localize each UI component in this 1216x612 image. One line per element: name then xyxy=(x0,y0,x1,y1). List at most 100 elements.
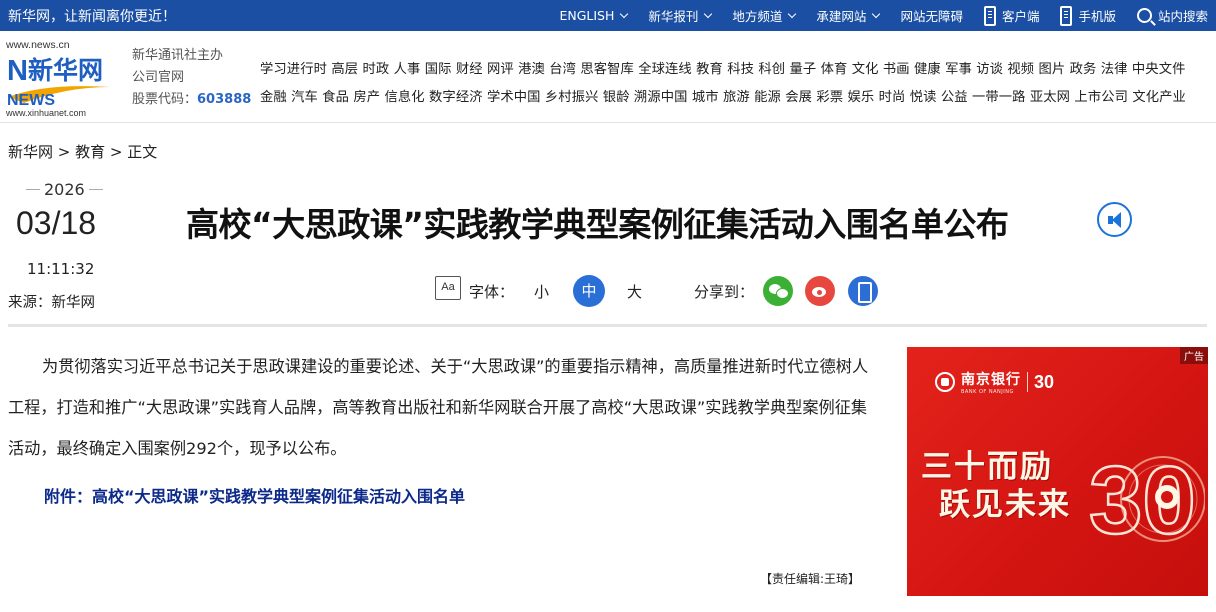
breadcrumb-separator: > xyxy=(53,143,76,161)
attachment-link[interactable]: 附件：高校“大思政课”实践教学典型案例征集活动入围名单 xyxy=(44,483,465,507)
font-size-small[interactable]: 小 xyxy=(534,281,549,302)
svg-text:N: N xyxy=(7,55,28,87)
channel-link[interactable]: 思客智库 xyxy=(580,62,634,77)
breadcrumb-current: 正文 xyxy=(127,143,158,161)
channel-link[interactable]: 娱乐 xyxy=(847,90,874,105)
channel-link[interactable]: 学习进行时 xyxy=(260,62,327,77)
nav-local-channels[interactable]: 地方频道 xyxy=(732,6,797,25)
channel-link[interactable]: 旅游 xyxy=(723,90,750,105)
channel-link[interactable]: 金融 xyxy=(260,90,287,105)
channel-link[interactable]: 教育 xyxy=(696,62,723,77)
channel-link[interactable]: 彩票 xyxy=(816,90,843,105)
channel-link[interactable]: 乡村振兴 xyxy=(545,90,599,105)
nav-newspapers[interactable]: 新华报刊 xyxy=(648,6,713,25)
channel-link[interactable]: 信息化 xyxy=(385,90,425,105)
channel-link[interactable]: 网评 xyxy=(487,62,514,77)
channel-link[interactable]: 城市 xyxy=(692,90,719,105)
channel-link[interactable]: 全球连线 xyxy=(638,62,692,77)
divider xyxy=(8,324,1207,327)
nav-mobile[interactable]: 手机版 xyxy=(1060,5,1116,26)
top-bar: 新华网，让新闻离你更近！ ENGLISH 新华报刊 地方频道 承建网站 网站无障… xyxy=(0,0,1216,31)
font-size-large[interactable]: 大 xyxy=(627,281,642,302)
channel-link[interactable]: 政务 xyxy=(1070,62,1097,77)
channel-link[interactable]: 会展 xyxy=(785,90,812,105)
logo-mark: N 新华网 NEWS xyxy=(7,55,110,107)
nav-english[interactable]: ENGLISH xyxy=(559,8,629,23)
channel-link[interactable]: 国际 xyxy=(425,62,452,77)
wechat-icon[interactable] xyxy=(763,276,793,306)
org-line2: 公司官网 xyxy=(132,70,185,85)
channel-link[interactable]: 溯源中国 xyxy=(634,90,688,105)
channel-link[interactable]: 法律 xyxy=(1101,62,1128,77)
publish-year: 2026 xyxy=(22,180,107,199)
channel-link[interactable]: 科创 xyxy=(758,62,785,77)
nav-built-sites[interactable]: 承建网站 xyxy=(816,6,881,25)
publish-time: 11:11:32 xyxy=(27,260,95,278)
channel-link[interactable]: 量子 xyxy=(790,62,817,77)
breadcrumb-section[interactable]: 教育 xyxy=(75,143,105,161)
channel-link[interactable]: 港澳 xyxy=(518,62,545,77)
channel-link[interactable]: 图片 xyxy=(1039,62,1066,77)
channel-link[interactable]: 亚太网 xyxy=(1030,90,1070,105)
bank-logo: 南京银行 BANK OF NANJING 30 xyxy=(935,369,1054,395)
channel-link[interactable]: 健康 xyxy=(914,62,941,77)
page-title: 高校“大思政课”实践教学典型案例征集活动入围名单公布 xyxy=(186,205,1009,244)
channel-nav-row1: 学习进行时 高层 时政 人事 国际 财经 网评 港澳 台湾 思客智库 全球连线 … xyxy=(260,58,1186,77)
channel-link[interactable]: 悦读 xyxy=(910,90,937,105)
channel-link[interactable]: 科技 xyxy=(727,62,754,77)
channel-link[interactable]: 数字经济 xyxy=(429,90,483,105)
bank-ad-banner[interactable]: 广告 南京银行 BANK OF NANJING 30 三十而励 跃见未来 30 xyxy=(907,347,1208,596)
channel-link[interactable]: 学术中国 xyxy=(487,90,541,105)
stock-code: 603888 xyxy=(197,92,252,107)
font-size-label: 字体： xyxy=(469,283,515,301)
breadcrumb-separator: > xyxy=(105,143,128,161)
channel-link[interactable]: 公益 xyxy=(941,90,968,105)
channel-link[interactable]: 上市公司 xyxy=(1074,90,1128,105)
channel-link[interactable]: 能源 xyxy=(754,90,781,105)
channel-link[interactable]: 房产 xyxy=(353,90,380,105)
channel-link[interactable]: 访谈 xyxy=(976,62,1003,77)
ad-big-number: 30 xyxy=(1089,447,1196,554)
channel-link[interactable]: 时政 xyxy=(362,62,389,77)
channel-link[interactable]: 财经 xyxy=(456,62,483,77)
channel-link[interactable]: 高层 xyxy=(331,62,358,77)
logo-url-bottom: www.xinhuanet.com xyxy=(6,108,87,118)
channel-link[interactable]: 一带一路 xyxy=(972,90,1026,105)
weibo-icon[interactable] xyxy=(805,276,835,306)
mobile-share-icon[interactable] xyxy=(848,276,878,306)
channel-link[interactable]: 书画 xyxy=(883,62,910,77)
nav-client[interactable]: 客户端 xyxy=(983,5,1040,26)
chevron-down-icon xyxy=(620,9,629,18)
share-label: 分享到： xyxy=(694,283,755,301)
nav-search[interactable]: 站内搜索 xyxy=(1136,6,1208,25)
channel-link[interactable]: 食品 xyxy=(322,90,349,105)
speaker-icon[interactable] xyxy=(1097,202,1132,237)
ad-tag: 广告 xyxy=(1180,347,1208,364)
nav-client-label: 客户端 xyxy=(1001,9,1040,24)
font-size-medium[interactable]: 中 xyxy=(573,275,605,307)
channel-link[interactable]: 军事 xyxy=(945,62,972,77)
channel-link[interactable]: 银龄 xyxy=(603,90,630,105)
breadcrumb-home[interactable]: 新华网 xyxy=(8,143,53,161)
org-info: 新华通讯社主办 公司官网 股票代码：603888 xyxy=(132,45,251,111)
channel-link[interactable]: 人事 xyxy=(394,62,421,77)
chevron-down-icon xyxy=(872,9,881,18)
logo-url-top: www.news.cn xyxy=(6,39,70,51)
channel-link[interactable]: 文化产业 xyxy=(1132,90,1186,105)
channel-link[interactable]: 文化 xyxy=(852,62,879,77)
channel-link[interactable]: 汽车 xyxy=(291,90,318,105)
site-slogan: 新华网，让新闻离你更近！ xyxy=(8,9,176,25)
responsible-editor: 【责任编辑:王琦】 xyxy=(760,572,861,586)
logo-cn: 新华网 xyxy=(28,56,103,85)
channel-link[interactable]: 视频 xyxy=(1007,62,1034,77)
channel-link[interactable]: 台湾 xyxy=(549,62,576,77)
channel-link[interactable]: 体育 xyxy=(821,62,848,77)
channel-link[interactable]: 时尚 xyxy=(879,90,906,105)
chevron-down-icon xyxy=(788,9,797,18)
nav-mobile-label: 手机版 xyxy=(1078,9,1116,24)
xinhua-logo[interactable]: www.news.cn N 新华网 NEWS www.xinhuanet.com xyxy=(6,39,118,119)
nav-built-sites-label: 承建网站 xyxy=(816,9,867,24)
nav-accessibility[interactable]: 网站无障碍 xyxy=(900,6,963,25)
channel-link[interactable]: 中央文件 xyxy=(1132,62,1186,77)
article-source: 来源：新华网 xyxy=(8,295,95,311)
